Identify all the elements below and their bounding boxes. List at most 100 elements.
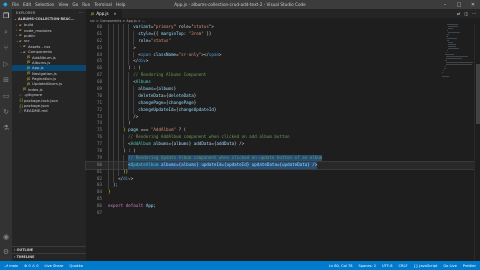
- status-item[interactable]: ⎇ main: [4, 264, 18, 268]
- code-line[interactable]: 66) : (: [86, 65, 480, 73]
- tree-item-label: package-lock.json: [24, 97, 59, 103]
- code-line[interactable]: 63 >: [86, 44, 480, 52]
- code-token: updateData: [282, 161, 308, 167]
- status-item[interactable]: CRLF: [399, 264, 408, 268]
- scrollbar-thumb[interactable]: [476, 64, 480, 124]
- code-line[interactable]: 75} page === "AddAlbum" ? (: [86, 127, 480, 135]
- code-line[interactable]: 70 deleteData={deleteData}: [86, 92, 480, 100]
- line-number: 87: [96, 210, 102, 216]
- code-token: albums: [160, 161, 177, 167]
- status-item[interactable]: Live Share: [45, 264, 64, 268]
- close-icon[interactable]: ✕: [466, 2, 480, 8]
- indent-guide: [123, 92, 125, 100]
- indent-guide: [108, 141, 109, 149]
- run-debug-icon[interactable]: ▷: [2, 60, 11, 69]
- indent-guide: [123, 113, 125, 121]
- minimap-line: [448, 31, 460, 34]
- code-line[interactable]: 62 role="status": [86, 37, 480, 45]
- code-line[interactable]: 86 export default App;: [86, 203, 480, 210]
- outline-label: OUTLINE: [16, 247, 34, 252]
- settings-gear-icon[interactable]: ⚙: [2, 248, 11, 257]
- status-item[interactable]: Ln 80, Col 78: [329, 264, 353, 268]
- status-item[interactable]: {} JavaScript: [414, 264, 438, 268]
- go-live-icon[interactable]: ⇄: [457, 11, 460, 16]
- live-share-icon[interactable]: ↻: [2, 108, 11, 117]
- code-editor[interactable]: 60 variant="primary" role="status"> 61 styl…: [85, 24, 480, 261]
- status-item[interactable]: ⊗ 0 ⚠ 0: [24, 264, 38, 268]
- more-actions-icon[interactable]: ···: [472, 11, 476, 16]
- code-line[interactable]: 78) : (: [86, 148, 480, 155]
- js-icon: JS: [23, 87, 27, 92]
- timeline-section[interactable]: › TIMELINE: [12, 253, 86, 259]
- status-item[interactable]: Quokka: [69, 264, 83, 268]
- search-icon[interactable]: ⌕: [2, 28, 11, 37]
- minimap-line: [444, 67, 447, 69]
- maximize-icon[interactable]: □: [452, 2, 466, 8]
- minimize-icon[interactable]: –: [438, 2, 452, 8]
- code-line[interactable]: 61 style={{ marginTop: "3rem" }}: [86, 30, 480, 38]
- code-line[interactable]: 85: [86, 196, 480, 203]
- tab-app-js[interactable]: JS App.js ✕: [86, 9, 122, 18]
- menu-item-help[interactable]: Help: [116, 2, 126, 7]
- indent-guide: [123, 58, 125, 66]
- line-number: 79: [96, 154, 102, 160]
- status-item[interactable]: Spaces: 2: [359, 264, 376, 268]
- code-line[interactable]: 65 </div>: [86, 58, 480, 66]
- menu-item-go[interactable]: Go: [72, 2, 78, 7]
- close-tab-icon[interactable]: ✕: [114, 12, 117, 16]
- menu-item-file[interactable]: File: [12, 2, 19, 7]
- code-line[interactable]: 77 <AddAlbum albums={albums} addData={add…: [86, 141, 480, 149]
- indent-guide: [118, 37, 120, 45]
- code-line[interactable]: 64 <span className="sr-only"></span>: [86, 51, 480, 59]
- code-line[interactable]: 80 <UpdateAlbum albums={albums} updateId=…: [85, 160, 480, 170]
- menu-item-selection[interactable]: Selection: [35, 2, 54, 7]
- vertical-scrollbar[interactable]: [474, 24, 480, 261]
- code-line[interactable]: 71 changePage={changePage}: [86, 99, 480, 107]
- indent-guide: [123, 79, 125, 87]
- menu-item-edit[interactable]: Edit: [23, 2, 31, 7]
- tree-item-label: Components: [28, 49, 53, 55]
- tree-file[interactable]: ⓘ README.md: [12, 108, 86, 113]
- code-line[interactable]: 72 changeUpdateId={changeUpdateId}: [86, 106, 480, 114]
- indent-guide: [118, 92, 120, 100]
- code-line[interactable]: 60 variant="primary" role="status">: [86, 24, 480, 31]
- status-item[interactable]: Prettier: [463, 264, 476, 268]
- code-line[interactable]: 74): [86, 120, 480, 128]
- source-control-icon[interactable]: ⑂: [2, 44, 11, 53]
- code-line[interactable]: 81)}: [86, 168, 480, 176]
- code-line[interactable]: 73 />: [86, 113, 480, 121]
- explorer-icon[interactable]: ❐: [2, 12, 11, 21]
- minimap[interactable]: [442, 24, 473, 94]
- line-number: 78: [96, 148, 102, 154]
- status-item[interactable]: UTF-8: [382, 264, 392, 268]
- code-token: status: [193, 24, 209, 29]
- tree-item-label: .gitignore: [24, 92, 43, 98]
- code-token: ={{: [150, 30, 161, 36]
- code-token: // Rendering Update Album component when…: [128, 154, 323, 160]
- code-line[interactable]: 69 albums={albums}: [86, 86, 480, 93]
- code-line[interactable]: 68 <Albums: [86, 79, 480, 87]
- status-item[interactable]: Go Live: [443, 264, 456, 268]
- remote-explorer-icon[interactable]: ▭: [2, 92, 11, 101]
- more-actions-icon[interactable]: ···: [79, 11, 83, 15]
- menu-item-terminal[interactable]: Terminal: [94, 2, 112, 7]
- code-line[interactable]: 83);: [86, 182, 480, 190]
- testing-icon[interactable]: ⚗: [2, 124, 11, 133]
- code-line[interactable]: 82 </div>: [86, 175, 480, 183]
- split-editor-icon[interactable]: ◫: [464, 11, 468, 16]
- menu-item-run[interactable]: Run: [82, 2, 90, 7]
- extensions-icon[interactable]: ⊞: [2, 76, 11, 85]
- code-line[interactable]: 79 // Rendering Update Album component wh…: [86, 154, 480, 162]
- code-line[interactable]: 84}: [86, 189, 480, 196]
- outline-section[interactable]: › OUTLINE: [12, 246, 86, 252]
- code-text: <Albums: [133, 79, 151, 86]
- code-line[interactable]: 87: [86, 210, 480, 217]
- json-icon: {}: [19, 103, 24, 108]
- code-line[interactable]: 67 // Rendering Albums Component: [86, 72, 480, 80]
- indent-guide: [118, 51, 120, 59]
- menu-item-view[interactable]: View: [58, 2, 68, 7]
- status-right: Ln 80, Col 78 Spaces: 2 UTF-8 CRLF {} JavaSc…: [329, 264, 476, 268]
- tree-item-label: App.js: [32, 65, 44, 71]
- code-line[interactable]: 76 // Rendering AddAlbum component when c…: [86, 134, 480, 142]
- accounts-icon[interactable]: ◉: [2, 233, 11, 242]
